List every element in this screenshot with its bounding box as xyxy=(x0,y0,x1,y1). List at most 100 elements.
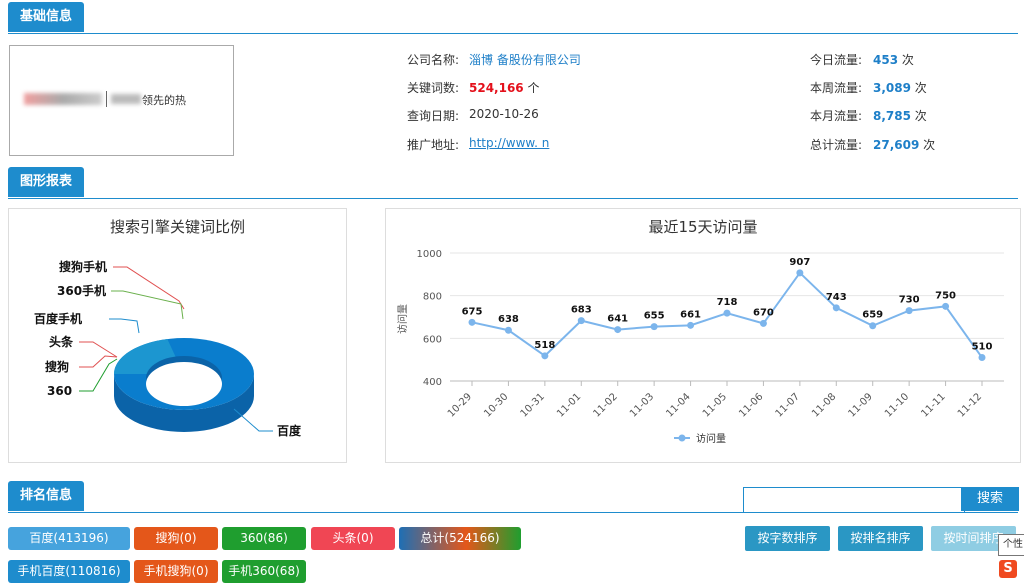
company-logo: 领先的热 xyxy=(9,45,234,156)
data-label: 659 xyxy=(862,310,883,321)
traffic-unit: 次 xyxy=(901,53,914,67)
pie-label-line xyxy=(79,355,118,368)
pie-label-line xyxy=(109,318,140,334)
x-tick-label: 11-07 xyxy=(774,391,802,419)
traffic-unit: 次 xyxy=(914,81,927,95)
week-traffic: 3,089 次 xyxy=(873,79,927,96)
total-traffic-value: 27,609 xyxy=(873,138,920,152)
tag-total[interactable]: 总计(524166) xyxy=(399,527,521,550)
pie-label: 搜狗 xyxy=(45,359,69,374)
keywords-value: 524,166 xyxy=(469,81,524,95)
data-label: 670 xyxy=(753,307,774,318)
data-point xyxy=(577,317,585,325)
week-traffic-label: 本周流量: xyxy=(810,81,863,95)
pie-label: 百度 xyxy=(277,423,302,438)
x-tick-label: 11-02 xyxy=(592,391,620,419)
pie-label: 搜狗手机 xyxy=(59,259,107,274)
month-traffic-label: 本月流量: xyxy=(810,109,863,123)
data-label: 661 xyxy=(680,309,701,320)
company-name-label: 公司名称: xyxy=(407,53,460,67)
data-label: 750 xyxy=(935,290,956,301)
month-traffic-value: 8,785 xyxy=(873,109,911,123)
pie-chart-panel: 搜索引擎关键词比例 搜狗手机 360手机 百度手机 头条 搜狗 360 百度 xyxy=(8,208,347,463)
logo-redacted-2 xyxy=(111,94,141,104)
tag-baidu[interactable]: 百度(413196) xyxy=(8,527,130,550)
pie-label: 360手机 xyxy=(57,283,106,298)
tag-baidu-mobile[interactable]: 手机百度(110816) xyxy=(8,560,130,583)
x-tick-label: 11-11 xyxy=(919,391,947,419)
pie-label: 头条 xyxy=(49,334,74,349)
data-point xyxy=(978,354,986,362)
sort-by-chars-button[interactable]: 按字数排序 xyxy=(745,526,830,551)
traffic-unit: 次 xyxy=(923,138,936,152)
basic-section-title: 基础信息 xyxy=(8,2,85,32)
data-point xyxy=(723,309,731,317)
search-button[interactable]: 搜索 xyxy=(961,487,1019,511)
pie-chart: 搜狗手机 360手机百度手机头条搜狗 360 百度 xyxy=(34,259,302,438)
line-chart-panel: 最近15天访问量 400 600 800 1000 访问量 10-29 10-30 10-31… xyxy=(385,208,1021,463)
legend-marker xyxy=(678,434,686,442)
data-label: 518 xyxy=(534,340,555,351)
data-label: 638 xyxy=(498,314,519,325)
company-name-value[interactable]: 淄博 备股份有限公司 xyxy=(469,51,581,68)
data-point xyxy=(650,323,658,331)
pie-label: 百度手机 xyxy=(34,311,82,326)
x-tick-label: 11-04 xyxy=(664,391,692,419)
x-tick-label: 11-06 xyxy=(737,391,765,419)
line-chart: 400 600 800 1000 访问量 10-29 10-30 10-31 11-01 11-0… xyxy=(396,249,1004,445)
data-label: 743 xyxy=(826,292,847,303)
data-point xyxy=(759,319,767,327)
tag-360[interactable]: 360(86) xyxy=(222,527,306,550)
basic-section-header: 基础信息 xyxy=(8,2,1018,34)
x-tick-label: 10-29 xyxy=(446,391,474,419)
sort-by-rank-button[interactable]: 按排名排序 xyxy=(838,526,923,551)
x-tick-label: 11-09 xyxy=(847,391,875,419)
logo-redacted xyxy=(24,93,102,105)
x-tick-label: 11-03 xyxy=(628,391,656,419)
keywords-label: 关键词数: xyxy=(407,81,460,95)
y-tick-label: 1000 xyxy=(417,249,442,260)
pie-label-line xyxy=(79,358,118,392)
pie-label: 360 xyxy=(47,384,72,398)
pie-label-line xyxy=(111,290,184,320)
search-input[interactable] xyxy=(743,487,965,513)
data-point xyxy=(541,352,549,360)
tag-toutiao[interactable]: 头条(0) xyxy=(311,527,395,550)
y-axis-label: 访问量 xyxy=(396,304,409,334)
tag-360-mobile[interactable]: 手机360(68) xyxy=(222,560,306,583)
data-label: 683 xyxy=(571,305,592,316)
data-label: 907 xyxy=(789,257,810,268)
today-traffic: 453 次 xyxy=(873,51,914,68)
y-tick-label: 600 xyxy=(423,334,442,345)
data-point xyxy=(614,326,622,334)
month-traffic: 8,785 次 xyxy=(873,107,927,124)
legend-label: 访问量 xyxy=(696,432,726,445)
keywords-unit: 个 xyxy=(527,81,540,95)
data-label: 718 xyxy=(717,297,738,308)
charts-section-header: 图形报表 xyxy=(8,167,1018,199)
data-point xyxy=(468,318,476,326)
sogou-ime-icon[interactable]: S xyxy=(999,560,1017,578)
data-point xyxy=(504,326,512,334)
total-traffic-label: 总计流量: xyxy=(810,138,863,152)
tag-sogou[interactable]: 搜狗(0) xyxy=(134,527,218,550)
x-tick-label: 11-08 xyxy=(810,391,838,419)
data-label: 730 xyxy=(899,295,920,306)
promotion-url-link[interactable]: http://www. n xyxy=(469,136,549,150)
data-point xyxy=(796,269,804,277)
pie-hole xyxy=(146,362,222,406)
x-tick-label: 11-10 xyxy=(883,391,911,419)
data-point xyxy=(687,321,695,329)
data-point xyxy=(832,304,840,312)
tag-sogou-mobile[interactable]: 手机搜狗(0) xyxy=(134,560,218,583)
y-tick-label: 800 xyxy=(423,292,442,303)
keywords-count: 524,166 个 xyxy=(469,79,540,96)
x-tick-label: 11-12 xyxy=(956,391,984,419)
data-label: 655 xyxy=(644,311,665,322)
x-tick-label: 10-30 xyxy=(482,391,510,419)
pie-label-line xyxy=(79,341,118,358)
total-traffic: 27,609 次 xyxy=(873,136,935,153)
data-label: 510 xyxy=(972,342,993,353)
data-point xyxy=(942,302,950,310)
y-tick-label: 400 xyxy=(423,377,442,388)
